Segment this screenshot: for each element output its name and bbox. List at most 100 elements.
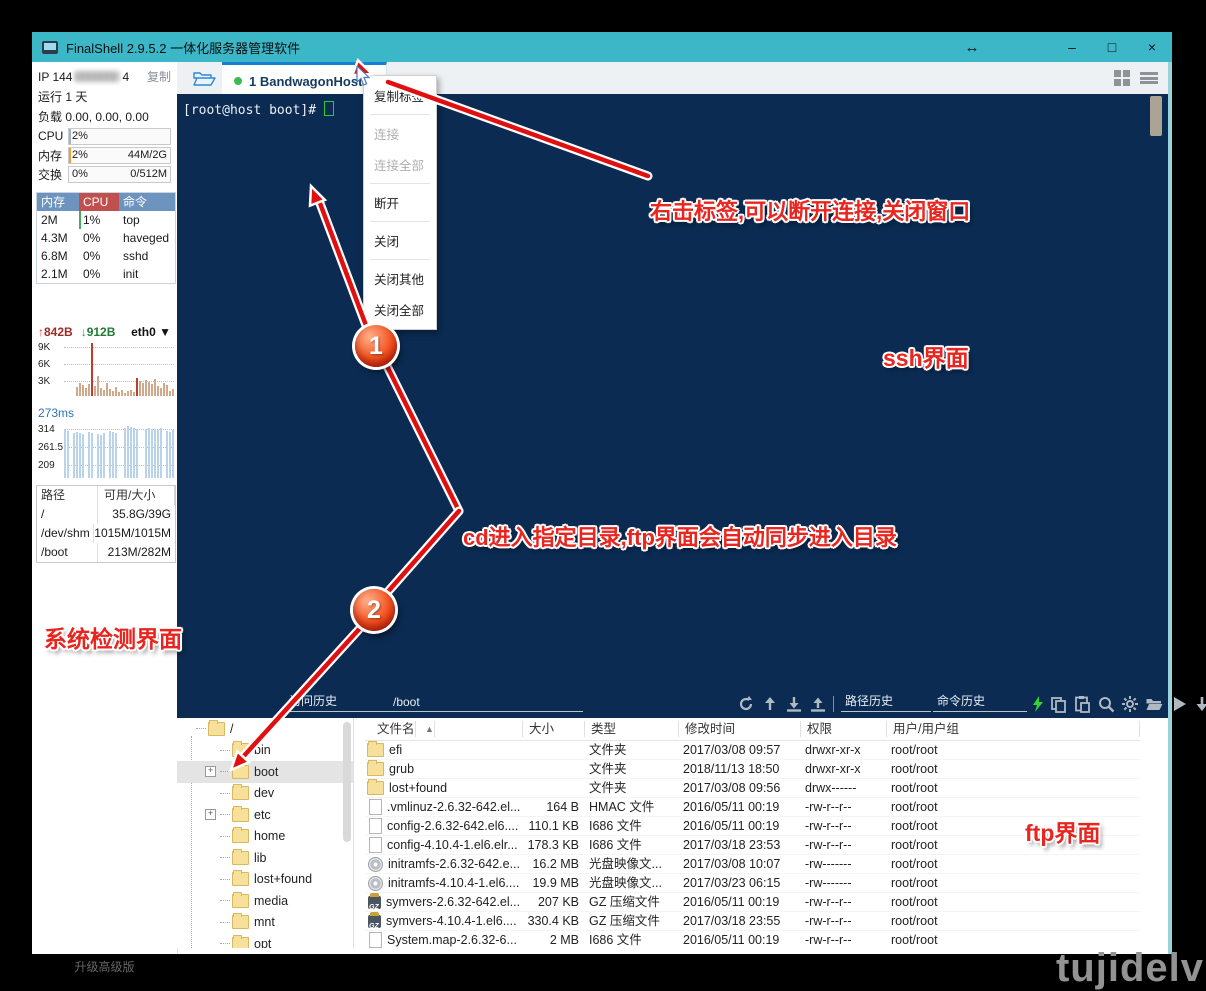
window-title: FinalShell 2.9.5.2 一体化服务器管理软件 <box>66 38 300 57</box>
tree-item[interactable]: + home <box>177 826 353 848</box>
disk-row[interactable]: /dev/shm1015M/1015M <box>37 524 175 543</box>
file-type-icon <box>369 818 382 834</box>
ftp-toolbar: 访问历史 /boot 路径历史 命令历史 <box>177 690 1168 718</box>
file-row[interactable]: config-2.6.32-642.el6.... 110.1 KB I686 … <box>365 817 1140 836</box>
ping-chart: 314 261.5 209 <box>36 422 174 478</box>
file-row[interactable]: symvers-2.6.32-642.el... 207 KB GZ 压缩文件 … <box>365 893 1140 912</box>
tree-item[interactable]: + opt <box>177 933 353 948</box>
close-button[interactable]: × <box>1132 39 1172 55</box>
copy-ip-button[interactable]: 复制 <box>147 68 171 85</box>
terminal-scrollbar[interactable] <box>1150 96 1162 136</box>
menu-icon[interactable] <box>1140 70 1158 86</box>
cmd-history-dropdown[interactable]: 命令历史 <box>933 692 1027 712</box>
tree-item[interactable]: + lost+found <box>177 869 353 891</box>
file-row[interactable]: initramfs-4.10.4-1.el6.... 19.9 MB 光盘映像文… <box>365 874 1140 893</box>
paste-icon[interactable] <box>1073 695 1091 713</box>
upgrade-link[interactable]: 升级高级版 <box>32 958 177 975</box>
directory-tree: + / + bin + boot <box>177 718 354 948</box>
expander-icon[interactable]: + <box>205 809 216 820</box>
flash-icon[interactable] <box>1029 695 1047 713</box>
interface-selector[interactable]: eth0 ▼ <box>131 325 171 339</box>
terminal-cursor <box>324 101 334 116</box>
open-folder-icon[interactable] <box>189 67 219 89</box>
go-up-icon[interactable] <box>761 695 779 713</box>
sort-asc-icon: ▲ <box>419 721 435 737</box>
header-filename[interactable]: 文件名 ▲ <box>365 721 523 737</box>
tree-item[interactable]: + / <box>177 718 353 740</box>
grid-view-icon[interactable] <box>1114 70 1130 86</box>
header-mtime[interactable]: 修改时间 <box>679 721 801 737</box>
open-folder-icon[interactable] <box>1145 695 1163 713</box>
folder-icon <box>232 765 249 779</box>
disk-row[interactable]: /35.8G/39G <box>37 505 175 524</box>
context-menu-item[interactable]: 连接 <box>364 118 436 149</box>
memory-progressbar: 2% 44M/2G <box>68 147 171 164</box>
ip-label: IP 144 <box>38 70 72 84</box>
tree-item[interactable]: + bin <box>177 740 353 762</box>
step-2-badge: 2 <box>353 589 395 631</box>
upload-icon[interactable] <box>809 695 827 713</box>
arrow-down-icon[interactable] <box>1193 695 1206 713</box>
context-menu-item[interactable]: 关闭其他 <box>364 263 436 294</box>
system-panel-annotation: 系统检测界面 <box>44 620 182 654</box>
header-owner[interactable]: 用户/用户组 <box>887 721 1140 737</box>
app-icon <box>42 41 58 54</box>
copy-icon[interactable] <box>1049 695 1067 713</box>
file-row[interactable]: config-4.10.4-1.el6.elr... 178.3 KB I686… <box>365 836 1140 855</box>
visit-history-dropdown[interactable]: 访问历史 <box>285 692 389 712</box>
cpu-label: CPU <box>38 129 68 143</box>
tree-scrollbar[interactable] <box>343 722 351 842</box>
app-window: FinalShell 2.9.5.2 一体化服务器管理软件 ↔ – □ × IP… <box>32 32 1172 954</box>
refresh-icon[interactable] <box>737 695 755 713</box>
context-menu-item[interactable]: 关闭 <box>364 225 436 256</box>
cpu-progressbar: 2% <box>68 128 171 145</box>
file-row[interactable]: lost+found 文件夹 2017/03/08 09:56 drwx----… <box>365 779 1140 798</box>
file-row[interactable]: System.map-2.6.32-6... 2 MB I686 文件 2016… <box>365 931 1140 948</box>
ftp-file-panel: + / + bin + boot <box>177 718 1168 948</box>
ip-suffix: 4 <box>122 70 129 84</box>
header-perm[interactable]: 权限 <box>801 721 887 737</box>
tree-item[interactable]: + lib <box>177 847 353 869</box>
header-size[interactable]: 大小 <box>523 721 585 737</box>
folder-icon <box>232 894 249 908</box>
file-row[interactable]: initramfs-2.6.32-642.e... 16.2 MB 光盘映像文.… <box>365 855 1140 874</box>
tree-item[interactable]: + dev <box>177 783 353 805</box>
load-label: 负载 0.00, 0.00, 0.00 <box>38 108 149 125</box>
header-type[interactable]: 类型 <box>585 721 679 737</box>
tree-item[interactable]: + boot <box>177 761 353 783</box>
context-menu-item[interactable]: 连接全部 <box>364 149 436 180</box>
ssh-terminal[interactable]: [root@host boot]# 右击标签,可以断开连接,关闭窗口 ssh界面… <box>177 94 1168 690</box>
window-right-border <box>1168 62 1172 954</box>
download-icon[interactable] <box>785 695 803 713</box>
path-history-dropdown[interactable]: 路径历史 <box>841 692 931 712</box>
process-row[interactable]: 6.8M0%sshd <box>37 247 175 265</box>
ssh-annotation: ssh界面 <box>883 339 969 373</box>
resize-icon[interactable]: ↔ <box>952 39 992 56</box>
file-row[interactable]: efi 文件夹 2017/03/08 09:57 drwxr-xr-x root… <box>365 741 1140 760</box>
tree-connector <box>220 879 230 880</box>
context-menu-item[interactable]: 关闭全部 <box>364 294 436 325</box>
process-row[interactable]: 2.1M0%init <box>37 265 175 283</box>
process-row[interactable]: 4.3M0%haveged <box>37 229 175 247</box>
process-row[interactable]: 2M1%top <box>37 211 175 229</box>
search-icon[interactable] <box>1097 695 1115 713</box>
connected-dot-icon <box>234 77 242 85</box>
file-row[interactable]: symvers-4.10.4-1.el6.... 330.4 KB GZ 压缩文… <box>365 912 1140 931</box>
disk-row[interactable]: /boot213M/282M <box>37 543 175 562</box>
minimize-button[interactable]: – <box>1052 39 1092 55</box>
run-icon[interactable] <box>1170 695 1188 713</box>
maximize-button[interactable]: □ <box>1092 39 1132 55</box>
file-row[interactable]: grub 文件夹 2018/11/13 18:50 drwxr-xr-x roo… <box>365 760 1140 779</box>
system-monitor-sidebar: IP 144 4 复制 运行 1 天 负载 0.00, 0.00, 0.00 C… <box>32 62 178 954</box>
expander-icon[interactable]: + <box>205 766 216 777</box>
context-menu-item[interactable]: 复制标签 <box>364 80 436 111</box>
context-menu-item[interactable]: 断开 <box>364 187 436 218</box>
file-row[interactable]: .vmlinuz-2.6.32-642.el... 164 B HMAC 文件 … <box>365 798 1140 817</box>
title-bar: FinalShell 2.9.5.2 一体化服务器管理软件 ↔ – □ × <box>32 32 1172 62</box>
file-table: 文件名 ▲ 大小 类型 修改时间 权限 用户/用户组 efi 文件夹 2017/… <box>365 718 1140 948</box>
tree-item[interactable]: + mnt <box>177 912 353 934</box>
gear-icon[interactable] <box>1121 695 1139 713</box>
tree-item[interactable]: + media <box>177 890 353 912</box>
path-input[interactable]: /boot <box>389 695 583 712</box>
tree-item[interactable]: + etc <box>177 804 353 826</box>
